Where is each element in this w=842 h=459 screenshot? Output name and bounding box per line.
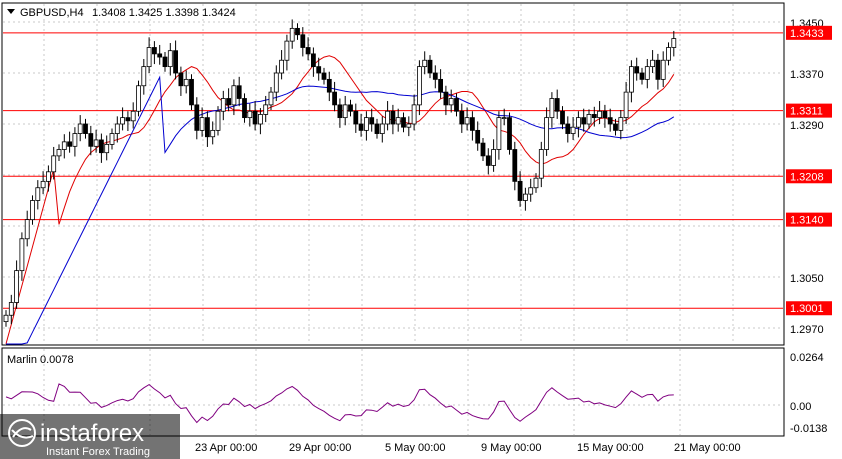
time-label: 5 May 00:00: [385, 442, 446, 454]
ohlc-readout: 1.3408 1.3425 1.3398 1.3424: [92, 7, 236, 19]
time-label: 29 Apr 00:00: [289, 442, 351, 454]
time-label: 15 May 00:00: [577, 442, 644, 454]
indicator-label: Marlin 0.0078: [7, 354, 74, 366]
indicator-axis: 0.0264 0.00 -0.0138: [790, 352, 827, 435]
chart-header: GBPUSD,H4 1.3408 1.3425 1.3398 1.3424: [7, 7, 236, 19]
instaforex-logo: instaforex Instant Forex Trading: [0, 414, 180, 459]
level-label: 1.3433: [790, 28, 824, 40]
candle: [189, 74, 194, 110]
logo-tagline: Instant Forex Trading: [46, 446, 150, 458]
level-label: 1.3311: [790, 106, 823, 118]
price-tick: 1.2970: [790, 324, 824, 336]
indicator-tick: -0.0138: [790, 423, 827, 435]
time-label: 9 May 00:00: [481, 442, 542, 454]
indicator-tick: 0.00: [790, 401, 811, 413]
indicator-tick: 0.0264: [790, 352, 824, 364]
candle: [507, 112, 512, 155]
chart-canvas: GBPUSD,H4 1.3408 1.3425 1.3398 1.3424 1.…: [0, 2, 832, 459]
symbol-label: GBPUSD,H4: [20, 7, 84, 19]
time-axis: 23 Apr 00:00 29 Apr 00:00 5 May 00:00 9 …: [195, 442, 741, 454]
candle: [136, 80, 141, 117]
level-label: 1.3001: [790, 303, 824, 315]
price-tick: 1.3370: [790, 69, 824, 81]
level-label: 1.3208: [790, 171, 824, 183]
time-label: 23 Apr 00:00: [195, 442, 257, 454]
level-label: 1.3140: [790, 215, 824, 227]
logo-name: instaforex: [40, 420, 144, 447]
time-label: 21 May 00:00: [674, 442, 741, 454]
price-tick: 1.3050: [790, 273, 824, 285]
price-tick: 1.3290: [790, 120, 824, 132]
